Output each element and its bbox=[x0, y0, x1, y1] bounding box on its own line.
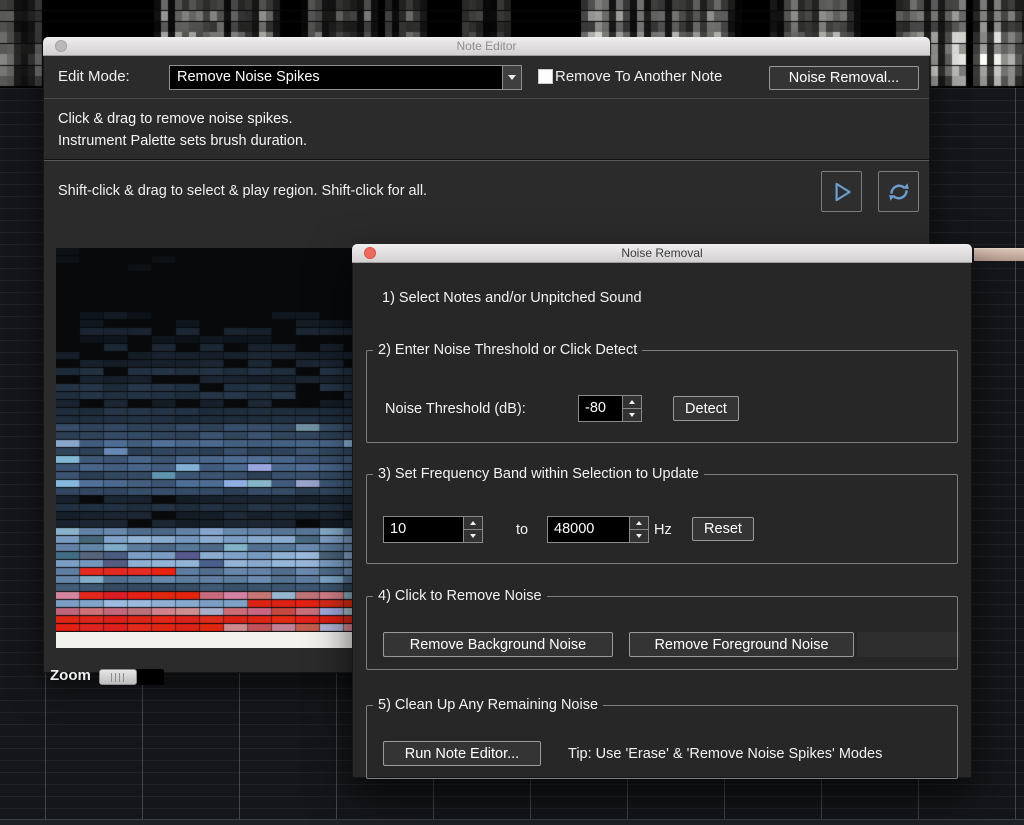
frequency-fieldset: 3) Set Frequency Band within Selection t… bbox=[366, 474, 958, 564]
close-button[interactable] bbox=[364, 247, 376, 259]
dialog-title: Noise Removal bbox=[621, 246, 702, 260]
instructions-panel: Click & drag to remove noise spikes. Ins… bbox=[44, 98, 929, 160]
remove-to-another-note-label: Remove To Another Note bbox=[555, 68, 722, 85]
threshold-increment-button[interactable] bbox=[622, 395, 642, 409]
edit-mode-label: Edit Mode: bbox=[58, 68, 130, 85]
zoom-label: Zoom bbox=[50, 667, 91, 684]
step2-legend: 2) Enter Noise Threshold or Click Detect bbox=[373, 342, 642, 358]
screen: Note Editor Edit Mode: Remove Noise Spik… bbox=[0, 0, 1024, 825]
down-arrow-icon bbox=[629, 413, 635, 417]
threshold-fieldset: 2) Enter Noise Threshold or Click Detect… bbox=[366, 350, 958, 443]
remove-to-another-note-checkbox[interactable] bbox=[538, 69, 553, 84]
threshold-label: Noise Threshold (dB): bbox=[385, 401, 526, 417]
threshold-spin-buttons bbox=[622, 395, 642, 422]
hz-label: Hz bbox=[654, 522, 672, 538]
remove-background-noise-button[interactable]: Remove Background Noise bbox=[383, 632, 613, 657]
zoom-slider-thumb[interactable] bbox=[99, 669, 137, 685]
noise-threshold-input[interactable]: -80 bbox=[578, 395, 622, 422]
tip-text: Tip: Use 'Erase' & 'Remove Noise Spikes'… bbox=[568, 746, 882, 762]
freq-low-spin-buttons bbox=[463, 516, 483, 543]
freq-low-increment-button[interactable] bbox=[463, 516, 483, 530]
step1-text: 1) Select Notes and/or Unpitched Sound bbox=[382, 290, 642, 306]
freq-high-decrement-button[interactable] bbox=[629, 530, 649, 543]
detect-button[interactable]: Detect bbox=[673, 396, 739, 421]
noise-threshold-spinner: -80 bbox=[578, 395, 642, 422]
noise-removal-titlebar[interactable]: Noise Removal bbox=[352, 244, 972, 263]
step5-legend: 5) Clean Up Any Remaining Noise bbox=[373, 697, 603, 713]
step4-legend: 4) Click to Remove Noise bbox=[373, 588, 547, 604]
note-editor-titlebar[interactable]: Note Editor bbox=[43, 37, 930, 56]
instruction-line-2: Instrument Palette sets brush duration. bbox=[58, 130, 915, 152]
freq-low-spinner: 10 bbox=[383, 516, 483, 543]
background-waveform-sliver bbox=[974, 248, 1024, 261]
noise-removal-button[interactable]: Noise Removal... bbox=[769, 66, 919, 90]
noise-removal-dialog: Noise Removal 1) Select Notes and/or Unp… bbox=[352, 244, 972, 778]
threshold-decrement-button[interactable] bbox=[622, 409, 642, 422]
freq-high-increment-button[interactable] bbox=[629, 516, 649, 530]
freq-low-decrement-button[interactable] bbox=[463, 530, 483, 543]
freq-low-input[interactable]: 10 bbox=[383, 516, 463, 543]
edit-mode-select[interactable]: Remove Noise Spikes bbox=[169, 65, 522, 90]
close-button-disabled[interactable] bbox=[55, 40, 67, 52]
up-arrow-icon bbox=[629, 400, 635, 404]
step3-legend: 3) Set Frequency Band within Selection t… bbox=[373, 466, 704, 482]
up-arrow-icon bbox=[470, 521, 476, 525]
play-button[interactable] bbox=[821, 171, 862, 212]
up-arrow-icon bbox=[636, 521, 642, 525]
refresh-icon bbox=[886, 179, 912, 205]
edit-mode-value: Remove Noise Spikes bbox=[177, 69, 320, 85]
run-note-editor-button[interactable]: Run Note Editor... bbox=[383, 741, 541, 766]
remove-noise-fieldset: 4) Click to Remove Noise Remove Backgrou… bbox=[366, 596, 958, 670]
instruction-line-1: Click & drag to remove noise spikes. bbox=[58, 108, 915, 130]
remove-foreground-noise-button[interactable]: Remove Foreground Noise bbox=[629, 632, 854, 657]
inactive-button-slot bbox=[857, 632, 960, 657]
shift-instruction: Shift-click & drag to select & play regi… bbox=[58, 183, 427, 199]
down-arrow-icon bbox=[636, 534, 642, 538]
chevron-down-icon bbox=[508, 75, 516, 80]
noise-removal-body: 1) Select Notes and/or Unpitched Sound 2… bbox=[352, 263, 972, 778]
freq-high-spinner: 48000 bbox=[547, 516, 649, 543]
reset-button[interactable]: Reset bbox=[692, 517, 754, 541]
freq-high-spin-buttons bbox=[629, 516, 649, 543]
grip-ridges-icon bbox=[111, 673, 126, 682]
zoom-slider[interactable] bbox=[99, 669, 164, 685]
background-bottom-band bbox=[0, 819, 1024, 825]
edit-mode-dropdown-button[interactable] bbox=[502, 66, 521, 89]
play-icon bbox=[829, 179, 855, 205]
play-controls-row: Shift-click & drag to select & play regi… bbox=[44, 160, 929, 223]
down-arrow-icon bbox=[470, 534, 476, 538]
edit-mode-toolbar: Edit Mode: Remove Noise Spikes Remove To… bbox=[44, 56, 929, 98]
window-title: Note Editor bbox=[456, 39, 516, 53]
to-label: to bbox=[516, 522, 528, 538]
clean-up-fieldset: 5) Clean Up Any Remaining Noise Run Note… bbox=[366, 705, 958, 779]
refresh-button[interactable] bbox=[878, 171, 919, 212]
freq-high-input[interactable]: 48000 bbox=[547, 516, 629, 543]
